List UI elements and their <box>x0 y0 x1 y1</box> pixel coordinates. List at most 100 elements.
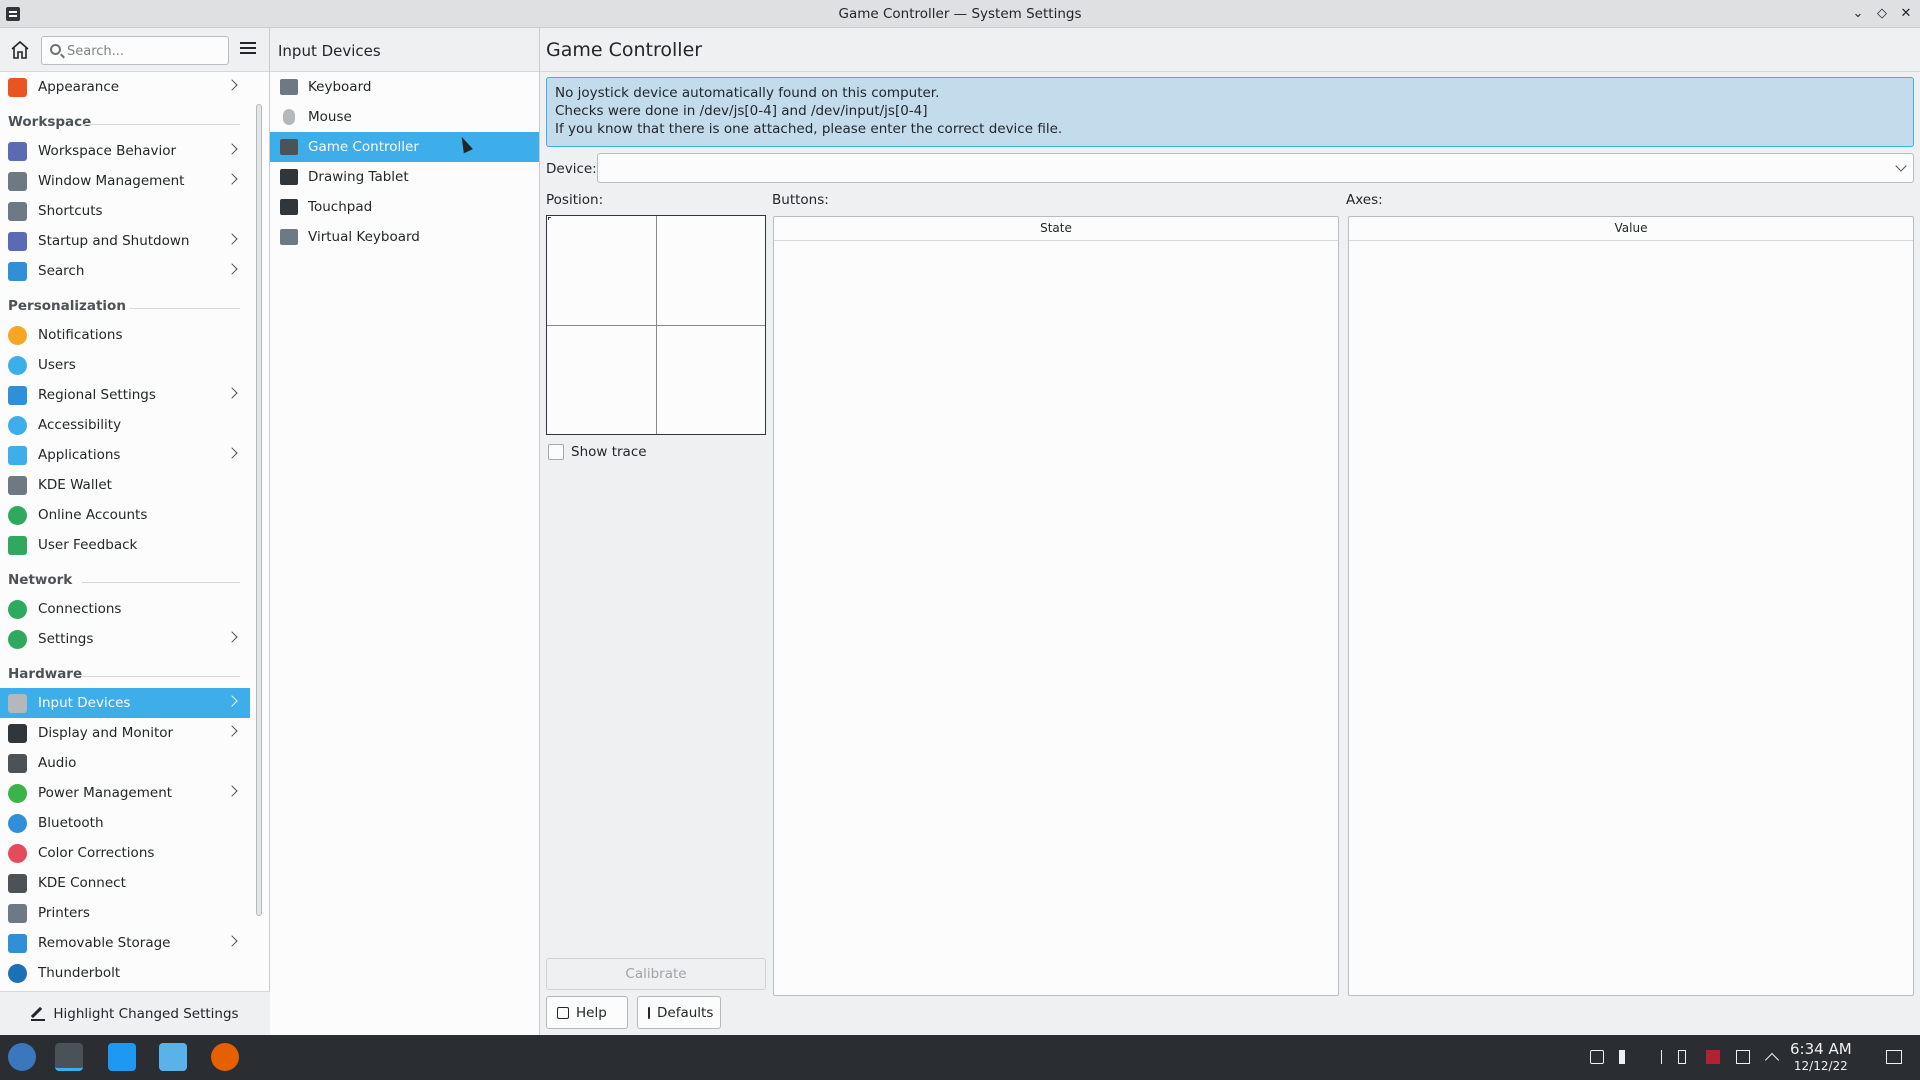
chevron-right-icon <box>226 725 238 737</box>
sidebar-item-kde-wallet[interactable]: KDE Wallet <box>0 470 250 500</box>
home-icon[interactable] <box>8 38 32 62</box>
tray-expand-icon[interactable] <box>1764 1052 1780 1068</box>
sidebar-scrollbar[interactable] <box>256 104 262 916</box>
mouse-icon <box>283 109 295 125</box>
sidebar-item-search[interactable]: Search <box>0 256 250 286</box>
chevron-right-icon <box>226 447 238 459</box>
chevron-right-icon <box>226 233 238 245</box>
sidebar-item-printers[interactable]: Printers <box>0 898 250 928</box>
subitem-game-controller[interactable]: Game Controller <box>270 132 539 162</box>
axes-value-header[interactable]: Value <box>1349 217 1913 241</box>
defaults-button[interactable]: Defaults <box>637 996 721 1029</box>
volume-icon[interactable] <box>1619 1050 1633 1064</box>
sidebar-item-thunderbolt[interactable]: Thunderbolt <box>0 958 250 988</box>
sidebar-item-label: KDE Connect <box>38 875 126 891</box>
checkbox-box[interactable] <box>548 444 564 460</box>
network-icon[interactable] <box>1736 1050 1750 1064</box>
taskbar: 6:34 AM 12/12/22 <box>0 1035 1920 1080</box>
sidebar-item-appearance[interactable]: Appearance <box>0 72 250 102</box>
axes-table[interactable]: Value <box>1348 216 1914 996</box>
close-button[interactable]: ✕ <box>1896 4 1916 24</box>
maximize-button[interactable]: ◇ <box>1872 4 1892 24</box>
subitem-virtual-keyboard[interactable]: Virtual Keyboard <box>270 222 539 252</box>
sidebar-item-online-accounts[interactable]: Online Accounts <box>0 500 250 530</box>
keyboard-layout-icon[interactable] <box>1706 1050 1720 1064</box>
sidebar-item-notifications[interactable]: Notifications <box>0 320 250 350</box>
subitem-label: Keyboard <box>308 79 372 95</box>
device-label: Device: <box>546 161 597 177</box>
sidebar-item-label: Display and Monitor <box>38 725 174 741</box>
sidebar-item-user-feedback[interactable]: User Feedback <box>0 530 250 560</box>
sidebar-item-label: Search <box>38 263 85 279</box>
minimize-button[interactable]: ⌄ <box>1848 4 1868 24</box>
sidebar-item-input-devices[interactable]: Input Devices <box>0 688 250 718</box>
device-combo[interactable] <box>597 153 1914 183</box>
sidebar-item-bluetooth[interactable]: Bluetooth <box>0 808 250 838</box>
sidebar-item-audio[interactable]: Audio <box>0 748 250 778</box>
sidebar-item-label: Regional Settings <box>38 387 156 403</box>
show-trace-checkbox[interactable]: Show trace <box>548 444 647 460</box>
section-header-personalization: Personalization <box>0 286 250 320</box>
thunderbolt-icon <box>8 964 27 983</box>
highlight-changed-settings-button[interactable]: Highlight Changed Settings <box>0 991 270 1035</box>
subitem-label: Mouse <box>308 109 352 125</box>
discover-icon[interactable] <box>108 1043 136 1071</box>
firefox-icon[interactable] <box>211 1043 239 1071</box>
sidebar-item-kde-connect[interactable]: KDE Connect <box>0 868 250 898</box>
sidebar-item-users[interactable]: Users <box>0 350 250 380</box>
sidebar-item-removable-storage[interactable]: Removable Storage <box>0 928 250 958</box>
network-settings-icon <box>8 630 27 649</box>
subitem-mouse[interactable]: Mouse <box>270 102 539 132</box>
file-manager-icon[interactable] <box>159 1043 187 1071</box>
chevron-right-icon <box>226 387 238 399</box>
help-button[interactable]: Help <box>546 996 628 1029</box>
show-desktop-icon[interactable] <box>1886 1050 1902 1064</box>
search-icon <box>50 44 61 55</box>
search-input[interactable] <box>67 41 222 61</box>
printer-icon <box>8 904 27 923</box>
sidebar-item-label: Color Corrections <box>38 845 155 861</box>
clipboard-icon[interactable] <box>1590 1050 1604 1064</box>
defaults-label: Defaults <box>657 1004 714 1021</box>
system-settings-task-icon[interactable] <box>55 1043 83 1071</box>
crosshair-horizontal <box>547 325 765 326</box>
sidebar-item-startup-and-shutdown[interactable]: Startup and Shutdown <box>0 226 250 256</box>
buttons-state-header[interactable]: State <box>774 217 1338 241</box>
sidebar-item-regional-settings[interactable]: Regional Settings <box>0 380 250 410</box>
bluetooth-icon[interactable] <box>1648 1050 1662 1064</box>
keyboard-icon <box>280 79 298 95</box>
buttons-table[interactable]: State <box>773 216 1339 996</box>
calibrate-button[interactable]: Calibrate <box>546 958 766 990</box>
clock[interactable]: 6:34 AM 12/12/22 <box>1790 1041 1852 1075</box>
subitem-keyboard[interactable]: Keyboard <box>270 72 539 102</box>
sidebar-item-display-and-monitor[interactable]: Display and Monitor <box>0 718 250 748</box>
applications-icon <box>8 446 27 465</box>
startup-icon <box>8 232 27 251</box>
sidebar-item-label: KDE Wallet <box>38 477 112 493</box>
search-field[interactable] <box>41 36 229 65</box>
clock-date: 12/12/22 <box>1793 1059 1848 1073</box>
sidebar-item-window-management[interactable]: Window Management <box>0 166 250 196</box>
sidebar-item-applications[interactable]: Applications <box>0 440 250 470</box>
touchpad-icon <box>280 199 298 215</box>
clock-time: 6:34 AM <box>1790 1040 1852 1058</box>
sidebar-item-accessibility[interactable]: Accessibility <box>0 410 250 440</box>
title-bar: Game Controller — System Settings ⌄ ◇ ✕ <box>0 0 1920 28</box>
joystick-notice: No joystick device automatically found o… <box>546 77 1914 147</box>
subitem-touchpad[interactable]: Touchpad <box>270 192 539 222</box>
sidebar-item-label: Appearance <box>38 79 120 95</box>
sidebar-item-connections[interactable]: Connections <box>0 594 250 624</box>
chevron-right-icon <box>226 79 238 91</box>
hamburger-menu-icon[interactable] <box>240 42 256 44</box>
sidebar-item-color-corrections[interactable]: Color Corrections <box>0 838 250 868</box>
section-header-hardware: Hardware <box>0 654 250 688</box>
sidebar-item-settings[interactable]: Settings <box>0 624 250 654</box>
subitem-drawing-tablet[interactable]: Drawing Tablet <box>270 162 539 192</box>
sidebar-item-power-management[interactable]: Power Management <box>0 778 250 808</box>
sidebar-item-workspace-behavior[interactable]: Workspace Behavior <box>0 136 250 166</box>
sidebar-item-shortcuts[interactable]: Shortcuts <box>0 196 250 226</box>
device-icon[interactable] <box>1678 1050 1686 1064</box>
sidebar-item-label: Settings <box>38 631 94 647</box>
app-launcher-icon[interactable] <box>8 1043 36 1071</box>
sidebar-item-label: Applications <box>38 447 121 463</box>
